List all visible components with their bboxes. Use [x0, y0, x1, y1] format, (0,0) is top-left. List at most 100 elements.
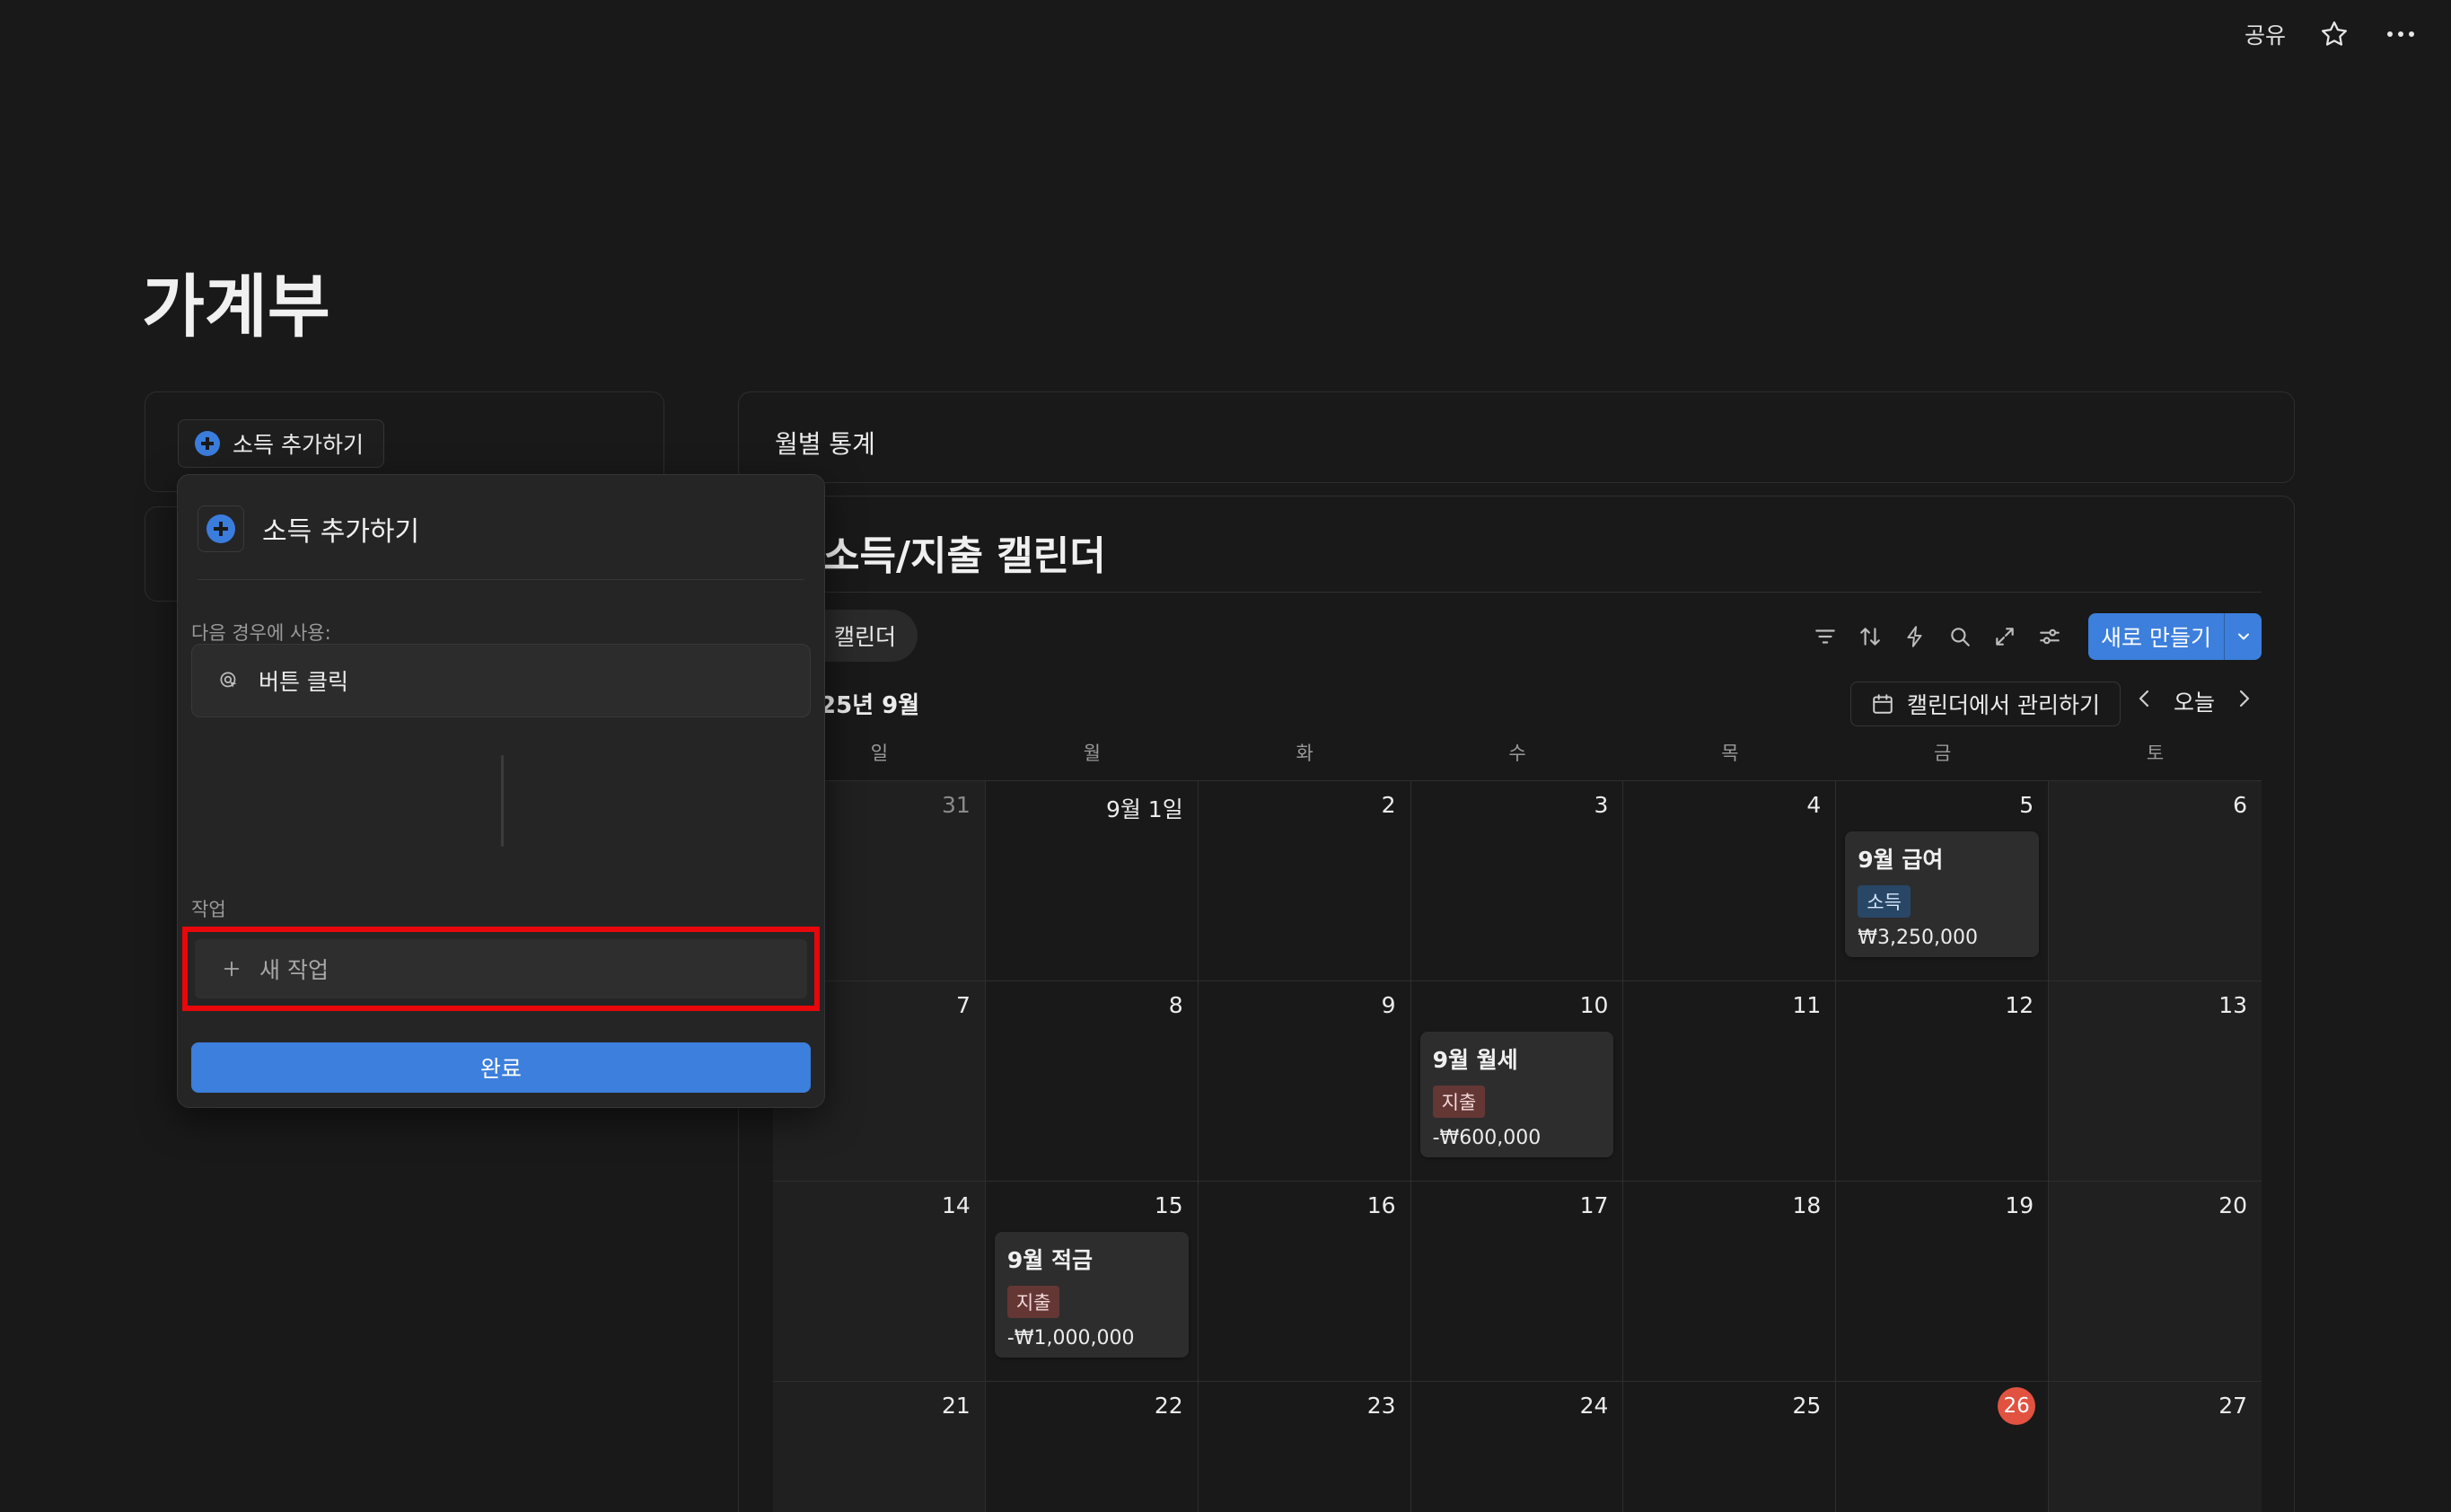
event-amount: -₩600,000 — [1432, 1127, 1542, 1149]
calendar-day-cell[interactable]: 18 — [1623, 1182, 1837, 1382]
event-amount: ₩3,250,000 — [1858, 927, 1978, 949]
day-number: 10 — [1579, 992, 1609, 1018]
event-tag: 지출 — [1006, 1286, 1060, 1318]
chevron-down-icon[interactable] — [2224, 613, 2262, 660]
calendar-day-cell[interactable]: 27 — [2049, 1382, 2262, 1512]
plus-circle-icon — [206, 514, 235, 543]
calendar-day-cell[interactable]: 9월 1일 — [985, 781, 1199, 981]
day-number: 9 — [1381, 992, 1396, 1018]
calendar-day-cell[interactable]: 26 — [1836, 1382, 2050, 1512]
weekday-label: 월 — [1083, 743, 1101, 764]
calendar-day-cell[interactable]: 11 — [1623, 981, 1837, 1182]
weekday-label: 목 — [1721, 743, 1739, 764]
plus-icon — [224, 961, 240, 977]
new-button[interactable]: 새로 만들기 — [2088, 613, 2224, 660]
calendar-toolbar: 새로 만들기 — [1810, 613, 2262, 660]
calendar-day-cell[interactable]: 19 — [1836, 1182, 2050, 1382]
day-number: 14 — [942, 1192, 971, 1218]
icon-picker[interactable] — [198, 505, 244, 552]
day-number: 12 — [2005, 992, 2034, 1018]
day-number: 9월 1일 — [1105, 796, 1183, 822]
add-income-button[interactable]: 소득 추가하기 — [178, 419, 384, 468]
event-card[interactable]: 9월 적금 지출 -₩1,000,000 — [994, 1232, 1189, 1358]
calendar-day-cell[interactable]: 8 — [985, 981, 1199, 1182]
calendar-day-cell[interactable]: 14 — [773, 1182, 986, 1382]
more-icon[interactable] — [2383, 16, 2419, 52]
calendar-day-cell[interactable]: 5 9월 급여소득 ₩3,250,000 — [1836, 781, 2050, 981]
event-tag: 소득 — [1858, 885, 1911, 918]
day-number: 19 — [2005, 1192, 2034, 1218]
share-button[interactable]: 공유 — [2245, 18, 2286, 50]
day-number: 24 — [1579, 1393, 1609, 1419]
topbar: 공유 — [2245, 16, 2419, 52]
day-number: 27 — [2218, 1393, 2247, 1419]
day-number: 16 — [1366, 1192, 1396, 1218]
sort-icon[interactable] — [1855, 621, 1885, 652]
day-number: 15 — [1154, 1192, 1183, 1218]
calendar-day-cell[interactable]: 15 9월 적금 지출 -₩1,000,000 — [985, 1182, 1199, 1382]
day-number: 6 — [2233, 792, 2247, 818]
event-title: 9월 월세 — [1432, 1047, 1518, 1073]
calendar-day-cell[interactable]: 23 — [1199, 1382, 1411, 1512]
actions-label: 작업 — [191, 899, 226, 920]
calendar-day-cell[interactable]: 24 — [1411, 1382, 1624, 1512]
day-number: 18 — [1792, 1192, 1822, 1218]
calendar-day-cell[interactable]: 13 — [2049, 981, 2262, 1182]
event-card[interactable]: 9월 급여소득 ₩3,250,000 — [1845, 831, 2040, 957]
lightning-icon[interactable] — [1900, 621, 1930, 652]
manage-in-calendar-button[interactable]: 캘린더에서 관리하기 — [1850, 681, 2121, 726]
calendar-day-cell[interactable]: 4 — [1623, 781, 1837, 981]
day-number: 8 — [1168, 992, 1183, 1018]
day-number: 17 — [1579, 1192, 1609, 1218]
trigger-value: 버튼 클릭 — [259, 669, 348, 695]
monthly-stats-title[interactable]: 월별 통계 — [775, 425, 875, 461]
settings-sliders-icon[interactable] — [2034, 621, 2065, 652]
calendar-day-cell[interactable]: 17 — [1410, 1182, 1624, 1382]
divider — [198, 579, 804, 580]
expand-icon[interactable] — [1990, 621, 2020, 652]
weekday-label: 화 — [1296, 743, 1313, 764]
day-number: 21 — [942, 1393, 971, 1419]
day-number: 22 — [1154, 1393, 1183, 1419]
event-amount: -₩1,000,000 — [1006, 1327, 1135, 1349]
calendar-day-cell[interactable]: 25 — [1623, 1382, 1837, 1512]
calendar-day-cell[interactable]: 22 — [986, 1382, 1199, 1512]
calendar-day-cell[interactable]: 6 — [2049, 781, 2262, 981]
filter-icon[interactable] — [1810, 621, 1840, 652]
calendar-day-cell[interactable]: 3 — [1410, 781, 1624, 981]
weekday-header: 일월화수목금토 — [773, 739, 2262, 766]
event-title: 9월 급여 — [1858, 847, 1944, 873]
button-config-popup: 소득 추가하기 다음 경우에 사용: 버튼 클릭 작업 새 작업 완료 — [177, 474, 825, 1108]
day-number: 4 — [1806, 792, 1822, 818]
day-number: 5 — [2019, 792, 2034, 818]
done-button[interactable]: 완료 — [191, 1042, 811, 1093]
monthly-stats-block: 월별 통계 — [738, 391, 2295, 483]
calendar-title: 소득/지출 캘린더 — [823, 533, 1106, 579]
search-icon[interactable] — [1945, 621, 1975, 652]
calendar-day-cell[interactable]: 21 — [773, 1382, 986, 1512]
trigger-select[interactable]: 버튼 클릭 — [191, 644, 811, 717]
connector-line — [501, 755, 504, 847]
chevron-right-icon[interactable] — [2235, 688, 2253, 715]
weekday-label: 금 — [1934, 743, 1952, 764]
event-card[interactable]: 9월 월세 지출 -₩600,000 — [1419, 1032, 1614, 1157]
star-icon[interactable] — [2316, 16, 2352, 52]
calendar-day-cell[interactable]: 16 — [1198, 1182, 1411, 1382]
day-number: 2 — [1381, 792, 1396, 818]
calendar-day-cell[interactable]: 20 — [2049, 1182, 2262, 1382]
calendar-day-cell[interactable]: 2 — [1198, 781, 1411, 981]
highlight-box: 새 작업 — [182, 927, 820, 1011]
calendar-nav: 오늘 — [2136, 685, 2253, 717]
today-button[interactable]: 오늘 — [2174, 685, 2215, 717]
new-action-label: 새 작업 — [259, 957, 329, 983]
calendar-day-cell[interactable]: 12 — [1836, 981, 2050, 1182]
new-action-button[interactable]: 새 작업 — [195, 939, 807, 998]
manage-label: 캘린더에서 관리하기 — [1907, 692, 2100, 718]
weekday-label: 수 — [1508, 743, 1526, 764]
calendar-day-cell[interactable]: 10 9월 월세 지출 -₩600,000 — [1410, 981, 1624, 1182]
month-label: 25년 9월 — [820, 692, 920, 719]
chevron-left-icon[interactable] — [2136, 688, 2154, 715]
day-number: 11 — [1792, 992, 1822, 1018]
calendar-day-cell[interactable]: 9 — [1198, 981, 1411, 1182]
popup-title[interactable]: 소득 추가하기 — [262, 509, 419, 549]
